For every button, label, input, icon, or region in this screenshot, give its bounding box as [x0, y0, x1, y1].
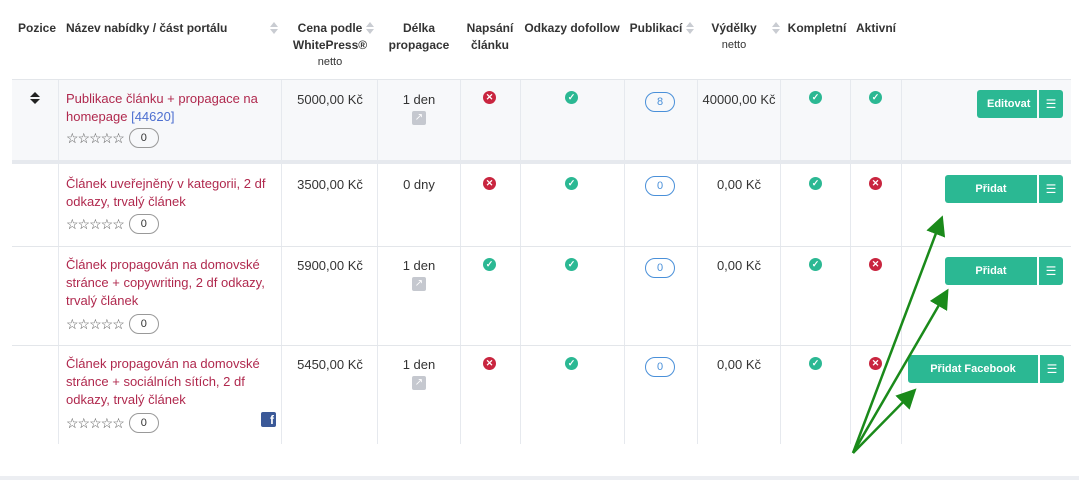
- arrow-line: [851, 215, 946, 454]
- annotation-arrows: [851, 215, 949, 454]
- arrow-line: [851, 288, 949, 454]
